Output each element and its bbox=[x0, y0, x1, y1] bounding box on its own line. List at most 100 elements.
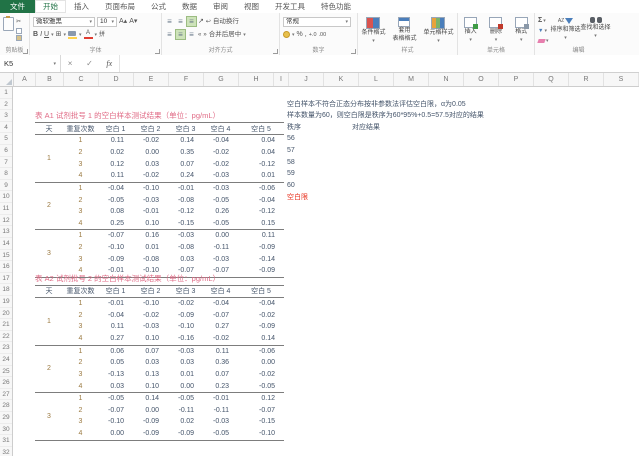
blank-value-cell[interactable]: -0.02 bbox=[133, 310, 168, 322]
blank-value-cell[interactable]: 0.03 bbox=[133, 357, 168, 369]
table-header-cell[interactable]: 空白 4 bbox=[203, 285, 238, 298]
row-header-32[interactable]: 32 bbox=[0, 447, 12, 456]
blank-value-cell[interactable]: 0.35 bbox=[168, 147, 203, 159]
table-title[interactable]: 表 A1 试剂批号 1 的空白样本测试结果（单位：pg/mL） bbox=[35, 110, 284, 122]
repeat-count-cell[interactable]: 2 bbox=[63, 357, 98, 369]
blank-value-cell[interactable]: -0.02 bbox=[238, 310, 284, 322]
blank-value-cell[interactable]: 0.03 bbox=[98, 381, 133, 393]
row-header-19[interactable]: 19 bbox=[0, 296, 12, 308]
cancel-icon[interactable]: × bbox=[68, 59, 73, 68]
blank-value-cell[interactable]: 0.00 bbox=[133, 147, 168, 159]
blank-value-cell[interactable]: -0.03 bbox=[168, 230, 203, 242]
rank-cell[interactable]: 57 bbox=[287, 145, 295, 157]
repeat-count-cell[interactable]: 3 bbox=[63, 206, 98, 218]
blank-value-cell[interactable]: -0.07 bbox=[98, 405, 133, 417]
row-header-3[interactable]: 3 bbox=[0, 110, 12, 122]
blank-value-cell[interactable]: -0.03 bbox=[133, 321, 168, 333]
rank-cell[interactable]: 59 bbox=[287, 168, 295, 180]
blank-value-cell[interactable]: -0.05 bbox=[98, 195, 133, 207]
column-header-P[interactable]: P bbox=[499, 73, 534, 86]
blank-value-cell[interactable]: -0.01 bbox=[98, 298, 133, 310]
rank-header-cell[interactable]: 秩序 bbox=[287, 122, 301, 134]
repeat-count-cell[interactable]: 4 bbox=[63, 333, 98, 345]
table-header-cell[interactable]: 重复次数 bbox=[63, 285, 98, 298]
repeat-count-cell[interactable]: 4 bbox=[63, 170, 98, 182]
merge-center-dropdown-icon[interactable]: ▾ bbox=[243, 32, 246, 38]
fill-color-icon[interactable] bbox=[68, 31, 77, 39]
repeat-count-cell[interactable]: 4 bbox=[63, 218, 98, 230]
row-header-31[interactable]: 31 bbox=[0, 435, 12, 447]
ribbon-tab-特色功能[interactable]: 特色功能 bbox=[313, 0, 359, 13]
increase-indent-icon[interactable]: » bbox=[203, 30, 206, 40]
table-header-cell[interactable]: 空白 5 bbox=[238, 122, 284, 135]
blank-value-cell[interactable]: -0.06 bbox=[238, 345, 284, 357]
confirm-icon[interactable]: ✓ bbox=[86, 59, 93, 68]
column-header-A[interactable]: A bbox=[14, 73, 36, 86]
day-cell[interactable]: 3 bbox=[35, 230, 63, 278]
blank-value-cell[interactable]: 0.05 bbox=[98, 357, 133, 369]
table-header-cell[interactable]: 空白 1 bbox=[98, 122, 133, 135]
borders-icon[interactable]: ⊞ bbox=[56, 30, 62, 40]
repeat-count-cell[interactable]: 1 bbox=[63, 393, 98, 405]
blank-value-cell[interactable]: 0.15 bbox=[238, 218, 284, 230]
fill-color-dropdown-icon[interactable]: ▾ bbox=[79, 32, 82, 38]
blank-value-cell[interactable]: -0.02 bbox=[203, 159, 238, 171]
row-header-28[interactable]: 28 bbox=[0, 400, 12, 412]
comma-style-icon[interactable]: , bbox=[305, 30, 307, 40]
ribbon-tab-公式[interactable]: 公式 bbox=[143, 0, 174, 13]
blank-value-cell[interactable]: -0.08 bbox=[133, 254, 168, 266]
blank-value-cell[interactable]: -0.13 bbox=[98, 369, 133, 381]
blank-value-cell[interactable]: -0.10 bbox=[238, 428, 284, 440]
blank-value-cell[interactable]: -0.01 bbox=[168, 182, 203, 194]
row-header-22[interactable]: 22 bbox=[0, 331, 12, 343]
repeat-count-cell[interactable]: 2 bbox=[63, 242, 98, 254]
name-box-dropdown-icon[interactable]: ▾ bbox=[53, 61, 56, 67]
column-header-C[interactable]: C bbox=[64, 73, 99, 86]
ribbon-tab-页面布局[interactable]: 页面布局 bbox=[97, 0, 143, 13]
repeat-count-cell[interactable]: 1 bbox=[63, 135, 98, 147]
blank-value-cell[interactable]: 0.07 bbox=[203, 369, 238, 381]
row-header-17[interactable]: 17 bbox=[0, 273, 12, 285]
italic-button[interactable]: I bbox=[40, 30, 42, 40]
table-title[interactable]: 表 A2 试剂批号 2 的空白样本测试结果（单位：pg/mL） bbox=[35, 273, 284, 285]
ribbon-tab-插入[interactable]: 插入 bbox=[66, 0, 97, 13]
blank-value-cell[interactable]: -0.09 bbox=[133, 416, 168, 428]
underline-button[interactable]: U bbox=[44, 30, 49, 40]
table-header-cell[interactable]: 空白 3 bbox=[168, 122, 203, 135]
blank-value-cell[interactable]: 0.03 bbox=[168, 357, 203, 369]
underline-dropdown-icon[interactable]: ▾ bbox=[51, 32, 54, 38]
blank-value-cell[interactable]: -0.03 bbox=[203, 416, 238, 428]
merge-center-button[interactable]: 合并后居中 bbox=[209, 30, 242, 40]
blank-value-cell[interactable]: -0.12 bbox=[238, 159, 284, 171]
table-header-cell[interactable]: 空白 3 bbox=[168, 285, 203, 298]
blank-value-cell[interactable]: -0.09 bbox=[238, 242, 284, 254]
column-header-B[interactable]: B bbox=[36, 73, 64, 86]
blank-value-cell[interactable]: 0.07 bbox=[168, 159, 203, 171]
ribbon-tab-审阅[interactable]: 审阅 bbox=[205, 0, 236, 13]
blank-value-cell[interactable]: -0.06 bbox=[238, 182, 284, 194]
repeat-count-cell[interactable]: 3 bbox=[63, 321, 98, 333]
repeat-count-cell[interactable]: 2 bbox=[63, 195, 98, 207]
insert-cells-button[interactable]: 插入 ▾ bbox=[464, 16, 477, 48]
wrap-text-button[interactable]: 自动换行 bbox=[213, 17, 239, 27]
decrease-decimal-icon[interactable]: .00 bbox=[319, 30, 327, 40]
blank-value-cell[interactable]: 0.03 bbox=[133, 159, 168, 171]
row-header-29[interactable]: 29 bbox=[0, 412, 12, 424]
blank-value-cell[interactable]: -0.09 bbox=[168, 310, 203, 322]
blank-value-cell[interactable]: -0.10 bbox=[168, 321, 203, 333]
blank-value-cell[interactable]: -0.03 bbox=[203, 254, 238, 266]
column-header-J[interactable]: J bbox=[289, 73, 324, 86]
blank-value-cell[interactable]: -0.02 bbox=[203, 333, 238, 345]
rank-cell[interactable]: 60 bbox=[287, 180, 295, 192]
blank-value-cell[interactable]: 0.00 bbox=[168, 381, 203, 393]
row-header-30[interactable]: 30 bbox=[0, 424, 12, 436]
align-left-icon[interactable]: ≡ bbox=[165, 30, 174, 39]
blank-value-cell[interactable]: -0.12 bbox=[238, 206, 284, 218]
grow-font-icon[interactable]: A▴ bbox=[119, 17, 127, 27]
row-header-27[interactable]: 27 bbox=[0, 389, 12, 401]
blank-value-cell[interactable]: -0.04 bbox=[203, 135, 238, 147]
blank-value-cell[interactable]: 0.14 bbox=[238, 333, 284, 345]
blank-value-cell[interactable]: 0.14 bbox=[133, 393, 168, 405]
column-header-K[interactable]: K bbox=[324, 73, 359, 86]
align-right-icon[interactable]: ≡ bbox=[187, 30, 196, 39]
